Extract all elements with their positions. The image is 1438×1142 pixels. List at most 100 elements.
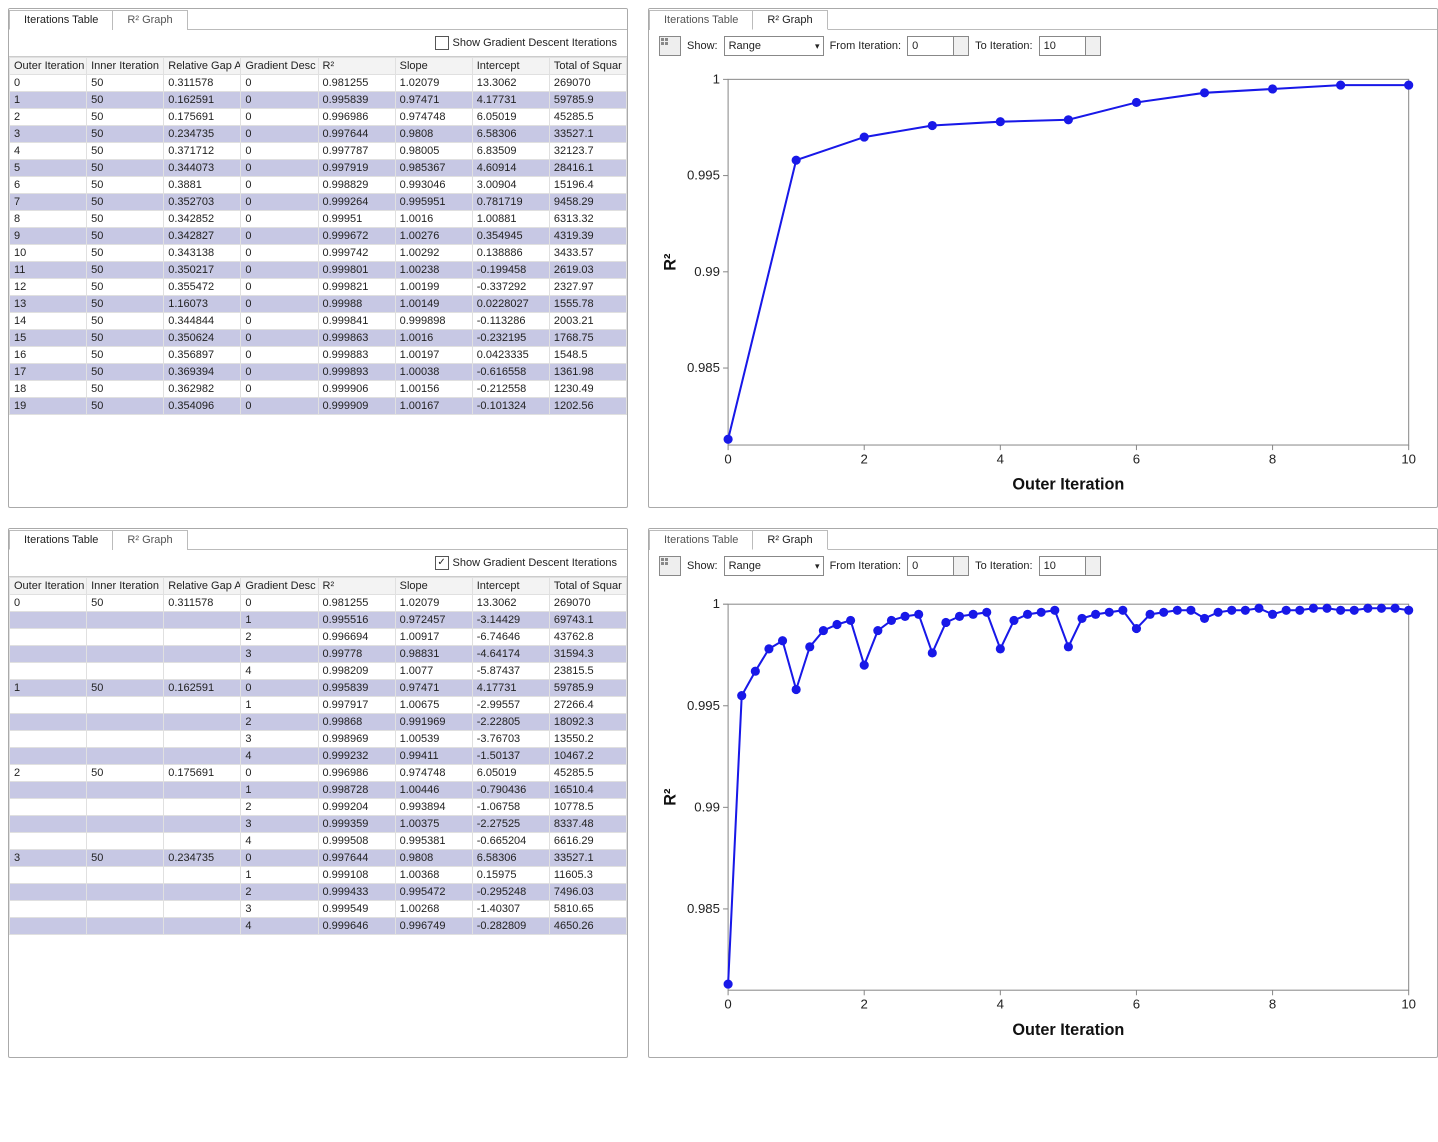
svg-text:0.985: 0.985 <box>687 360 720 375</box>
tab-iterations[interactable]: Iterations Table <box>9 10 113 30</box>
table-row[interactable]: 40.9996460.996749-0.2828094650.26 <box>10 918 627 935</box>
table-row[interactable]: 7500.35270300.9992640.9959510.7817199458… <box>10 194 627 211</box>
svg-text:1: 1 <box>713 596 720 611</box>
col-header[interactable]: Total of Squar <box>549 578 626 595</box>
table-row[interactable]: 19500.35409600.9999091.00167-0.101324120… <box>10 398 627 415</box>
table-row[interactable]: 5500.34407300.9979190.9853674.6091428416… <box>10 160 627 177</box>
table-row[interactable]: 18500.36298200.9999061.00156-0.212558123… <box>10 381 627 398</box>
iterations-table-top[interactable]: Outer IterationInner IterationRelative G… <box>9 56 627 507</box>
from-iteration-input[interactable]: 0▴▾ <box>907 36 969 56</box>
table-row[interactable]: 4500.37171200.9977870.980056.8350932123.… <box>10 143 627 160</box>
table-row[interactable]: 30.9995491.00268-1.403075810.65 <box>10 901 627 918</box>
table-row[interactable]: 3500.23473500.9976440.98086.5830633527.1 <box>10 126 627 143</box>
svg-text:8: 8 <box>1269 451 1276 466</box>
svg-text:R²: R² <box>661 788 679 806</box>
to-label: To Iteration: <box>975 560 1032 572</box>
table-row[interactable]: 3500.23473500.9976440.98086.5830633527.1 <box>10 850 627 867</box>
show-grad-desc-checkbox[interactable] <box>435 36 449 50</box>
table-row[interactable]: 12500.35547200.9998211.00199-0.337292232… <box>10 279 627 296</box>
col-header[interactable]: Inner Iteration <box>87 58 164 75</box>
svg-text:10: 10 <box>1401 996 1416 1011</box>
svg-text:10: 10 <box>1401 451 1416 466</box>
table-row[interactable]: 10.9955160.972457-3.1442969743.1 <box>10 612 627 629</box>
table-row[interactable]: 16500.35689700.9998831.001970.0423335154… <box>10 347 627 364</box>
table-row[interactable]: 40.9992320.99411-1.5013710467.2 <box>10 748 627 765</box>
table-row[interactable]: 9500.34282700.9996721.002760.3549454319.… <box>10 228 627 245</box>
table-row[interactable]: 13501.1607300.999881.001490.02280271555.… <box>10 296 627 313</box>
table-row[interactable]: 2500.17569100.9969860.9747486.0501945285… <box>10 109 627 126</box>
table-row[interactable]: 20.998680.991969-2.2280518092.3 <box>10 714 627 731</box>
svg-text:Outer Iteration: Outer Iteration <box>1012 1021 1124 1039</box>
table-row[interactable]: 1500.16259100.9958390.974714.1773159785.… <box>10 680 627 697</box>
table-row[interactable]: 30.9989691.00539-3.7670313550.2 <box>10 731 627 748</box>
col-header[interactable]: Gradient Desc <box>241 58 318 75</box>
table-row[interactable]: 6500.388100.9988290.9930463.0090415196.4 <box>10 177 627 194</box>
col-header[interactable]: Outer Iteration <box>10 58 87 75</box>
table-row[interactable]: 20.9994330.995472-0.2952487496.03 <box>10 884 627 901</box>
svg-text:6: 6 <box>1133 451 1140 466</box>
col-header[interactable]: Outer Iteration <box>10 578 87 595</box>
tab-r2[interactable]: R² Graph <box>752 10 827 30</box>
col-header[interactable]: Gradient Desc <box>241 578 318 595</box>
table-row[interactable]: 0500.31157800.9812551.0207913.3062269070 <box>10 595 627 612</box>
show-range-combo[interactable]: Range <box>724 36 824 56</box>
table-row[interactable]: 20.9966941.00917-6.7464643762.8 <box>10 629 627 646</box>
table-row[interactable]: 30.997780.98831-4.6417431594.3 <box>10 646 627 663</box>
iterations-table-bottom[interactable]: Outer IterationInner IterationRelative G… <box>9 576 627 1057</box>
tab-iterations[interactable]: Iterations Table <box>649 530 753 550</box>
col-header[interactable]: R² <box>318 578 395 595</box>
tab-r2[interactable]: R² Graph <box>112 530 187 550</box>
col-header[interactable]: R² <box>318 58 395 75</box>
col-header[interactable]: Slope <box>395 58 472 75</box>
svg-text:0: 0 <box>724 996 731 1011</box>
panel-iterations-bottom: Iterations Table R² Graph Show Gradient … <box>8 528 628 1058</box>
tab-iterations[interactable]: Iterations Table <box>649 10 753 30</box>
from-label: From Iteration: <box>830 40 902 52</box>
table-row[interactable]: 20.9992040.993894-1.0675810778.5 <box>10 799 627 816</box>
svg-text:4: 4 <box>997 996 1004 1011</box>
col-header[interactable]: Total of Squar <box>549 58 626 75</box>
table-row[interactable]: 10.9987281.00446-0.79043616510.4 <box>10 782 627 799</box>
grid-icon <box>660 557 680 575</box>
from-iteration-input[interactable]: 0▴▾ <box>907 556 969 576</box>
show-options-button[interactable] <box>659 556 681 576</box>
svg-text:6: 6 <box>1133 996 1140 1011</box>
panel-r2-bottom: Iterations Table R² Graph Show: Range Fr… <box>648 528 1438 1058</box>
show-options-button[interactable] <box>659 36 681 56</box>
to-iteration-input[interactable]: 10▴▾ <box>1039 36 1101 56</box>
show-range-combo[interactable]: Range <box>724 556 824 576</box>
svg-text:R²: R² <box>661 253 679 271</box>
table-row[interactable]: 2500.17569100.9969860.9747486.0501945285… <box>10 765 627 782</box>
table-row[interactable]: 40.9995080.995381-0.6652046616.29 <box>10 833 627 850</box>
show-grad-desc-label: Show Gradient Descent Iterations <box>453 37 617 49</box>
table-row[interactable]: 10500.34313800.9997421.002920.1388863433… <box>10 245 627 262</box>
grid-icon <box>660 37 680 55</box>
svg-text:8: 8 <box>1269 996 1276 1011</box>
table-row[interactable]: 14500.34484400.9998410.999898-0.11328620… <box>10 313 627 330</box>
table-row[interactable]: 8500.34285200.999511.00161.008816313.32 <box>10 211 627 228</box>
tab-r2[interactable]: R² Graph <box>752 530 827 550</box>
table-row[interactable]: 10.9979171.00675-2.9955727266.4 <box>10 697 627 714</box>
table-row[interactable]: 1500.16259100.9958390.974714.1773159785.… <box>10 92 627 109</box>
to-iteration-input[interactable]: 10▴▾ <box>1039 556 1101 576</box>
show-grad-desc-checkbox[interactable] <box>435 556 449 570</box>
from-label: From Iteration: <box>830 560 902 572</box>
table-row[interactable]: 11500.35021700.9998011.00238-0.199458261… <box>10 262 627 279</box>
tab-r2[interactable]: R² Graph <box>112 10 187 30</box>
svg-text:0: 0 <box>724 451 731 466</box>
tab-iterations[interactable]: Iterations Table <box>9 530 113 550</box>
col-header[interactable]: Inner Iteration <box>87 578 164 595</box>
table-row[interactable]: 15500.35062400.9998631.0016-0.2321951768… <box>10 330 627 347</box>
table-row[interactable]: 17500.36939400.9998931.00038-0.616558136… <box>10 364 627 381</box>
col-header[interactable]: Intercept <box>472 58 549 75</box>
table-row[interactable]: 0500.31157800.9812551.0207913.3062269070 <box>10 75 627 92</box>
col-header[interactable]: Relative Gap A <box>164 578 241 595</box>
table-row[interactable]: 30.9993591.00375-2.275258337.48 <box>10 816 627 833</box>
show-label: Show: <box>687 40 718 52</box>
col-header[interactable]: Slope <box>395 578 472 595</box>
table-row[interactable]: 10.9991081.003680.1597511605.3 <box>10 867 627 884</box>
table-row[interactable]: 40.9982091.0077-5.8743723815.5 <box>10 663 627 680</box>
svg-text:Outer Iteration: Outer Iteration <box>1012 476 1124 494</box>
col-header[interactable]: Intercept <box>472 578 549 595</box>
col-header[interactable]: Relative Gap A <box>164 58 241 75</box>
